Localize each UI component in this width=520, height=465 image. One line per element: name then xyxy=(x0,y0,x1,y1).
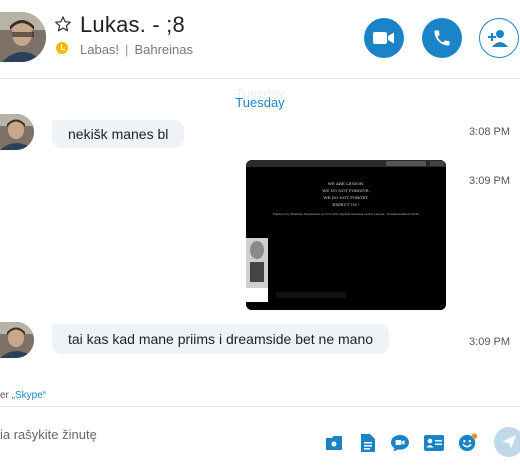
send-button[interactable] xyxy=(494,427,520,457)
contact-avatar[interactable] xyxy=(0,12,46,62)
contact-status-line: Labas! | Bahreinas xyxy=(80,42,193,57)
skype-link[interactable]: „Skype“ xyxy=(12,390,46,401)
add-person-icon xyxy=(488,30,508,47)
send-arrow-icon xyxy=(502,435,516,449)
emoticon-icon xyxy=(458,433,478,452)
message-text: nekišk manes bl xyxy=(68,126,169,142)
image-text-line: Hacked by Shaman Dreamside.eu.8 Norint a… xyxy=(273,212,419,216)
emoticon-button[interactable] xyxy=(458,433,478,453)
image-text-line: WE DO NOT FORGIVE. xyxy=(322,188,370,193)
day-divider: Tuesday xyxy=(235,95,285,110)
via-prefix: er xyxy=(0,390,12,401)
send-file-button[interactable] xyxy=(358,433,378,453)
away-status-icon xyxy=(56,42,68,54)
contact-location: Bahreinas xyxy=(134,42,193,57)
message-bubble[interactable]: nekišk manes bl xyxy=(52,120,185,148)
image-text-line: EXPECT US ! xyxy=(332,202,360,207)
image-text-line: WE ARE LEGION. xyxy=(328,181,365,186)
message-text: tai kas kad mane priims i dreamside bet … xyxy=(68,331,374,347)
video-camera-icon xyxy=(373,32,394,44)
image-text-line: WE DO NOT FORGET. xyxy=(323,195,368,200)
message-time: 3:09 PM xyxy=(469,336,510,348)
send-contact-button[interactable] xyxy=(424,433,444,453)
favorite-star-icon[interactable] xyxy=(54,15,72,33)
message-time: 3:08 PM xyxy=(469,126,510,138)
message-row: nekišk manes bl 3:08 PM xyxy=(0,114,520,152)
video-message-button[interactable] xyxy=(390,433,410,453)
mood-message: Labas! xyxy=(80,42,120,57)
status-separator: | xyxy=(125,42,129,57)
message-bubble[interactable]: tai kas kad mane priims i dreamside bet … xyxy=(52,324,390,354)
conversation-via-label: er „Skype“ xyxy=(0,390,46,401)
message-composer xyxy=(0,406,520,465)
sender-avatar[interactable] xyxy=(0,322,34,358)
contact-name[interactable]: Lukas. - ;8 xyxy=(80,12,185,38)
audio-call-button[interactable] xyxy=(422,18,462,58)
video-message-icon xyxy=(391,435,409,452)
video-call-button[interactable] xyxy=(364,18,404,58)
conversation-header: Lukas. - ;8 Labas! | Bahreinas xyxy=(0,0,520,79)
message-time: 3:09 PM xyxy=(469,175,510,187)
image-attachment[interactable]: WE ARE LEGION. WE DO NOT FORGIVE. WE DO … xyxy=(246,160,446,310)
phone-icon xyxy=(434,30,450,46)
message-row: tai kas kad mane priims i dreamside bet … xyxy=(0,322,520,360)
contact-card-icon xyxy=(424,435,444,451)
add-people-button[interactable] xyxy=(479,18,519,58)
sender-avatar[interactable] xyxy=(0,114,34,150)
file-icon xyxy=(361,434,375,452)
notification-dot xyxy=(471,433,478,439)
share-media-button[interactable] xyxy=(324,433,344,453)
image-folder-icon xyxy=(326,436,342,450)
message-input[interactable] xyxy=(0,423,300,445)
